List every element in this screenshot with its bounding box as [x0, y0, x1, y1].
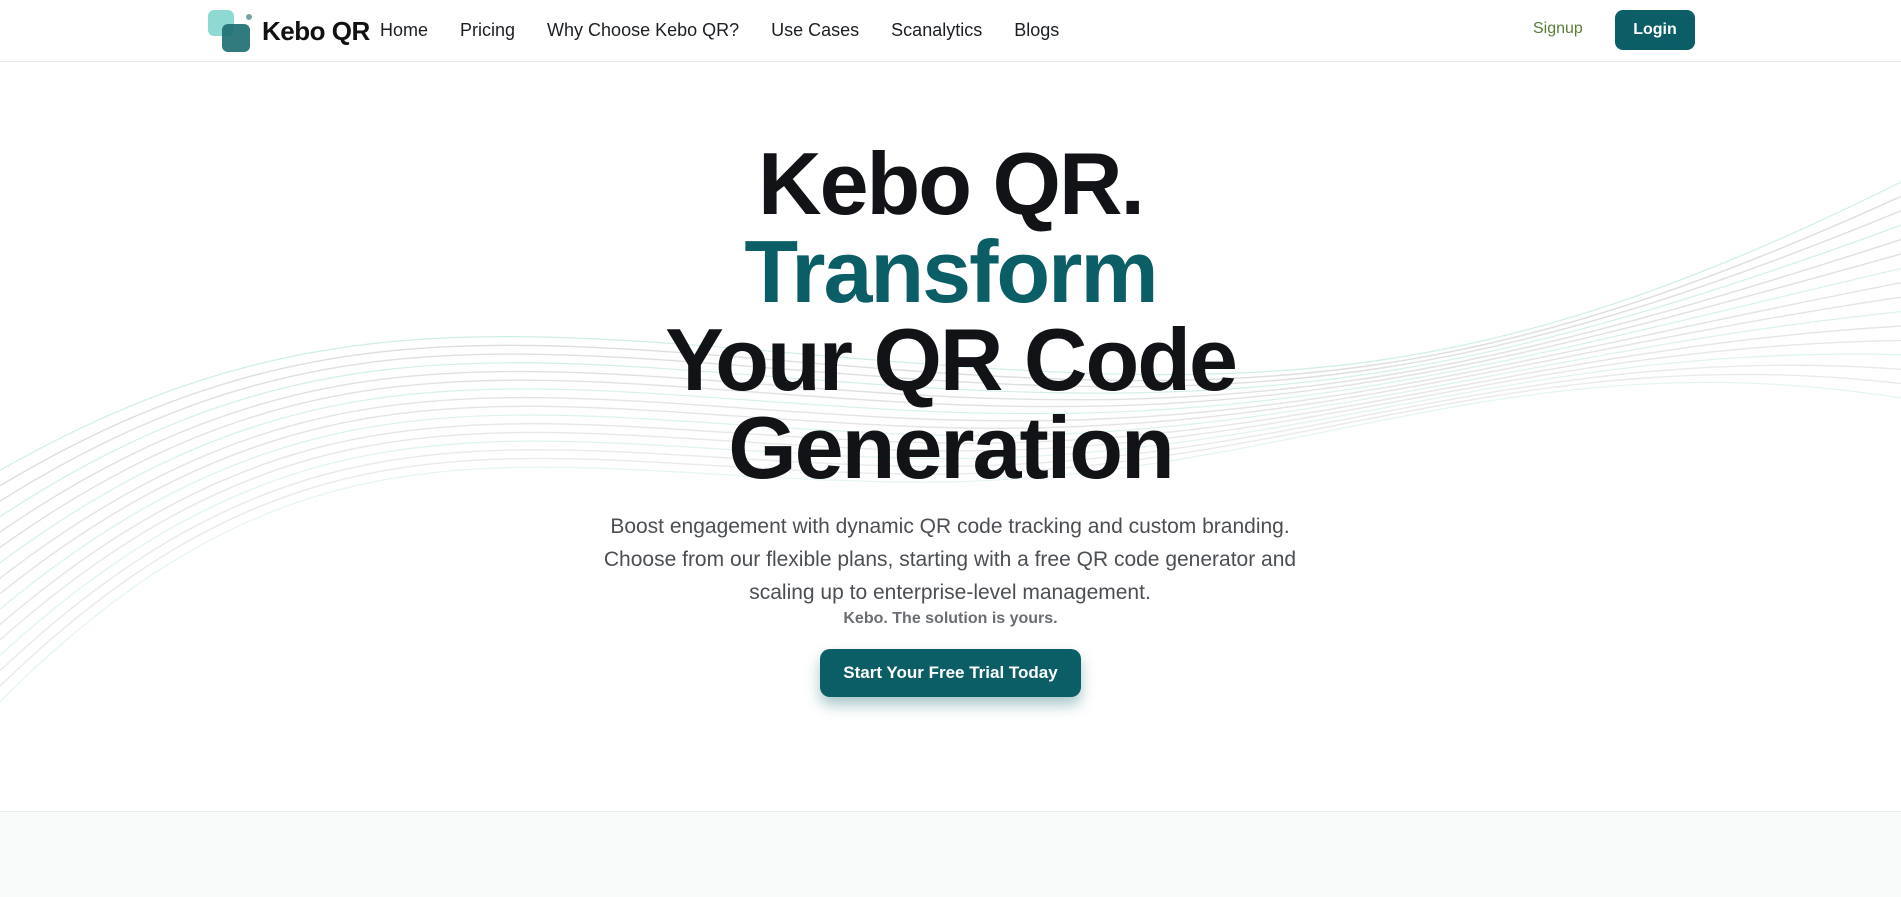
subtitle-line-1: Boost engagement with dynamic QR code tr…: [610, 515, 1290, 538]
hero-subtitle: Boost engagement with dynamic QR code tr…: [570, 510, 1330, 609]
kebo-logo-icon: [208, 10, 254, 52]
signup-link[interactable]: Signup: [1533, 20, 1583, 38]
nav-link-pricing[interactable]: Pricing: [460, 20, 515, 41]
next-section-band: [0, 811, 1901, 897]
subtitle-line-3: scaling up to enterprise-level managemen…: [749, 581, 1151, 604]
start-free-trial-button[interactable]: Start Your Free Trial Today: [820, 649, 1081, 697]
hero-headline: Kebo QR. Transform Your QR Code Generati…: [0, 140, 1901, 492]
hero-tagline: Kebo. The solution is yours.: [843, 610, 1058, 627]
top-navbar: Kebo QR Home Pricing Why Choose Kebo QR?…: [0, 0, 1901, 62]
subtitle-line-2: Choose from our flexible plans, starting…: [603, 548, 1297, 571]
headline-line-1: Kebo QR.: [758, 134, 1145, 233]
nav-link-use-cases[interactable]: Use Cases: [771, 20, 859, 41]
headline-line-3: Your QR Code: [665, 310, 1238, 409]
nav-link-why-choose[interactable]: Why Choose Kebo QR?: [547, 20, 739, 41]
hero-section: Kebo QR. Transform Your QR Code Generati…: [0, 62, 1901, 810]
brand-logo-link[interactable]: Kebo QR: [208, 10, 370, 52]
headline-line-2: Transform: [744, 222, 1158, 321]
login-button[interactable]: Login: [1615, 10, 1695, 50]
nav-link-home[interactable]: Home: [380, 20, 428, 41]
nav-links: Home Pricing Why Choose Kebo QR? Use Cas…: [380, 0, 1091, 60]
headline-line-4: Generation: [728, 398, 1175, 497]
brand-name: Kebo QR: [262, 15, 370, 46]
nav-link-blogs[interactable]: Blogs: [1014, 20, 1059, 41]
nav-link-scanalytics[interactable]: Scanalytics: [891, 20, 982, 41]
